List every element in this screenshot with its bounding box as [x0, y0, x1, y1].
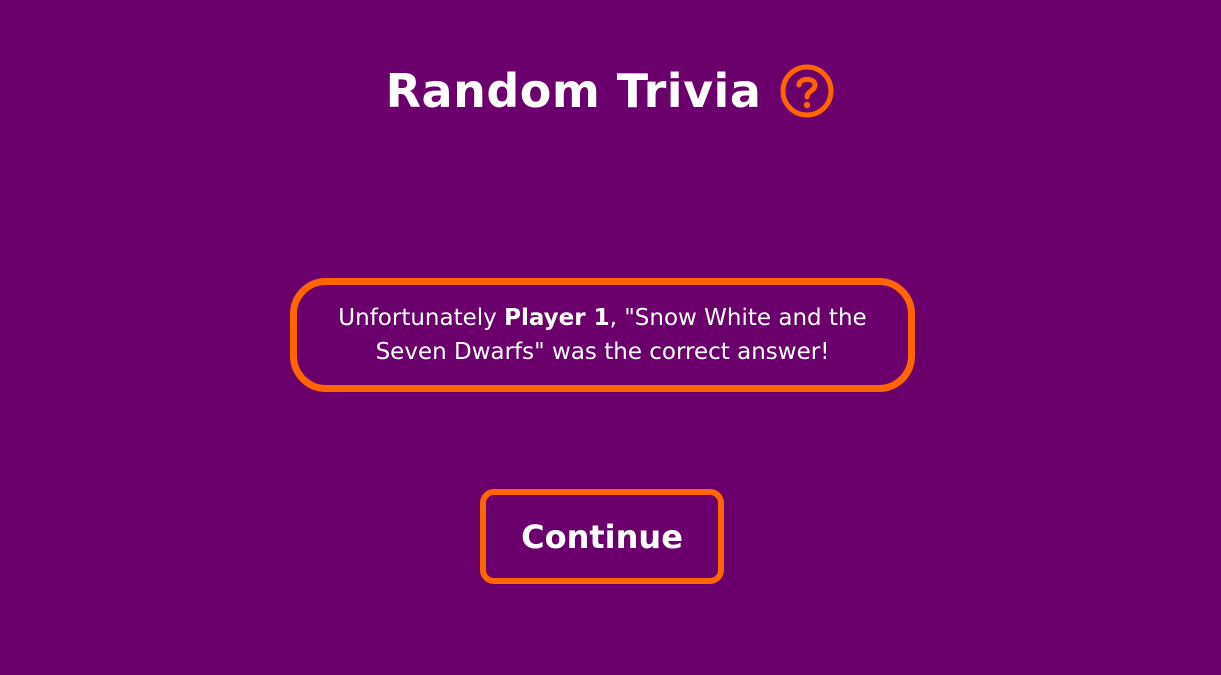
question-circle-icon[interactable] [779, 63, 835, 119]
result-message: Unfortunately Player 1, "Snow White and … [333, 301, 872, 369]
header: Random Trivia [0, 58, 1221, 124]
page-title: Random Trivia [385, 64, 762, 118]
continue-button[interactable]: Continue [480, 489, 724, 584]
result-message-prefix: Unfortunately [338, 305, 505, 331]
player-name: Player 1 [504, 305, 610, 331]
result-message-box: Unfortunately Player 1, "Snow White and … [290, 278, 915, 392]
trivia-result-screen: Random Trivia Unfortunately Player 1, "S… [0, 0, 1221, 675]
